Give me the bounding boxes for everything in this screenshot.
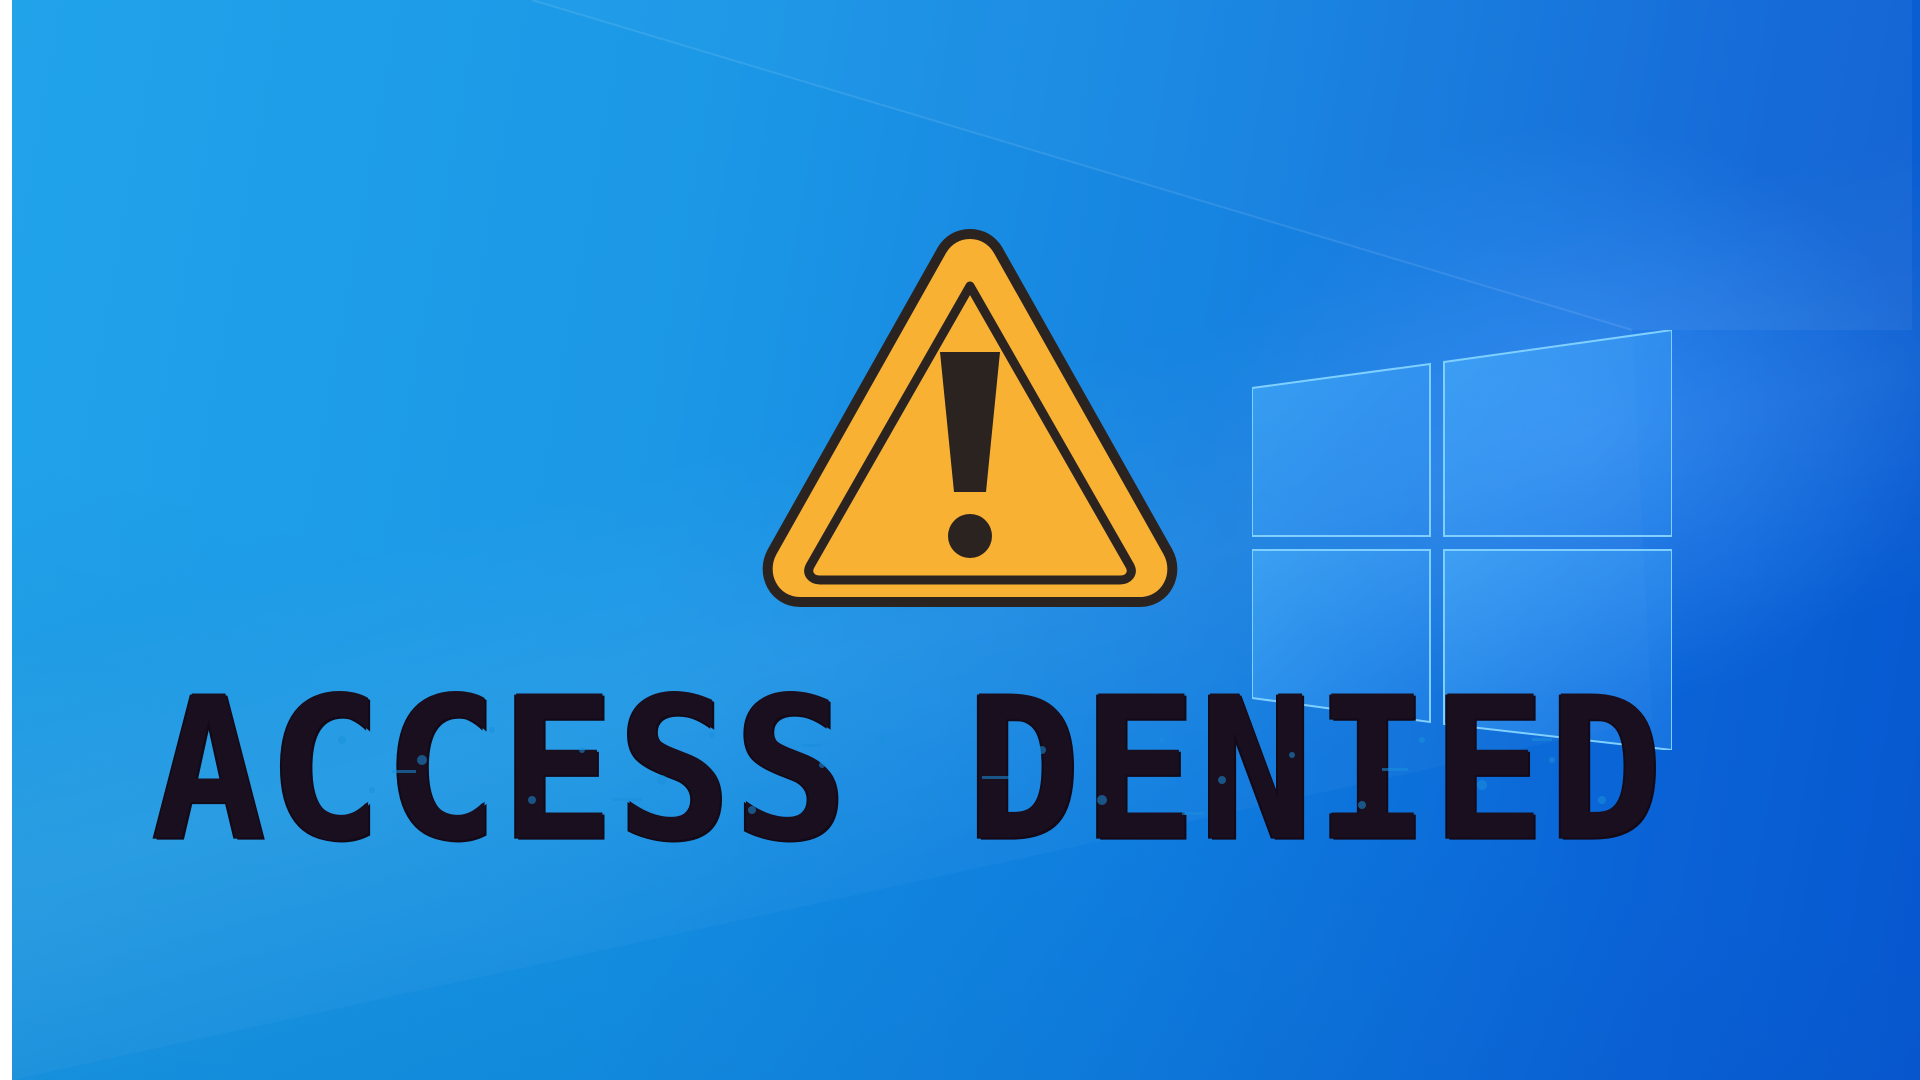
title-container: ACCESS DENIED	[12, 655, 1920, 884]
wallpaper-background: ACCESS DENIED	[12, 0, 1920, 1080]
warning-triangle-icon	[762, 229, 1178, 607]
access-denied-title: ACCESS DENIED	[151, 654, 1665, 885]
